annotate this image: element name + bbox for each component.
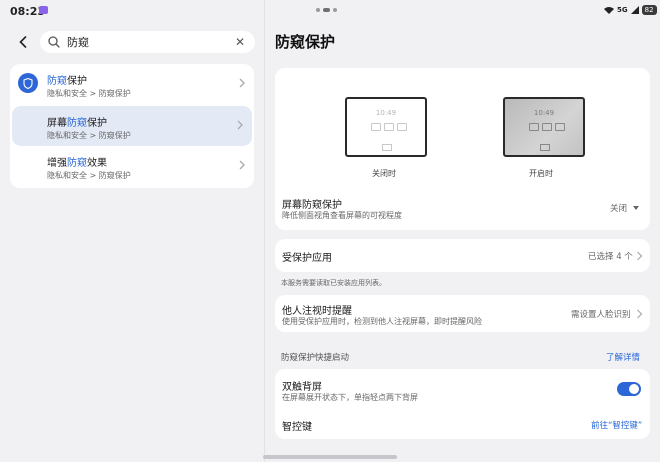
chevron-right-icon xyxy=(239,78,245,88)
double-tap-title: 双触背屏 xyxy=(282,382,322,393)
multitask-handle[interactable] xyxy=(316,8,337,12)
screen-off-preview: 10:49 xyxy=(345,97,427,157)
chevron-left-icon xyxy=(19,36,27,48)
on-label: 开启时 xyxy=(529,169,553,178)
off-label: 关闭时 xyxy=(372,169,396,178)
shield-icon xyxy=(18,73,38,93)
result-title: 增强防窥效果 xyxy=(47,158,107,169)
chevron-right-icon xyxy=(239,160,245,170)
smart-key-link[interactable]: 前往“智控键” xyxy=(591,419,642,431)
battery-icon: 82 xyxy=(641,5,657,15)
quick-start-label: 防窥保护快捷启动 xyxy=(281,353,350,363)
preview-clock: 10:49 xyxy=(375,109,397,117)
privacy-settings-card: 10:49 10:49 关闭时 开启时 屏幕防窥保护 降低侧面视角查看屏幕的可视… xyxy=(275,68,650,230)
clear-search-icon[interactable]: ✕ xyxy=(233,35,247,49)
chevron-right-icon xyxy=(237,120,243,130)
quick-start-card: 双触背屏 在屏幕展开状态下，单指轻点两下背屏 智控键 前往“智控键” xyxy=(275,369,650,439)
preview-clock: 10:49 xyxy=(533,109,555,117)
home-indicator[interactable] xyxy=(263,455,397,459)
dropdown-caret-icon xyxy=(633,206,639,210)
apps-list-note: 本服务需要读取已安装应用列表。 xyxy=(281,279,386,287)
notification-app-icon xyxy=(39,6,48,14)
chevron-right-icon xyxy=(637,309,643,319)
double-tap-subtitle: 在屏幕展开状态下，单指轻点两下背屏 xyxy=(282,393,418,402)
result-item[interactable]: 增强防窥效果 隐私和安全 > 防窥保护 xyxy=(10,146,254,186)
result-title: 屏幕防窥保护 xyxy=(47,118,107,129)
gaze-alert-row[interactable]: 他人注视时提醒 使用受保护应用时，检测到他人注视屏幕，即时提醒风险 需设置人脸识… xyxy=(275,295,650,332)
search-input[interactable]: 防窥 xyxy=(67,34,233,50)
screen-privacy-dropdown[interactable]: 关闭 xyxy=(610,202,627,214)
result-title: 防窥保护 xyxy=(47,76,87,87)
pane-divider xyxy=(264,0,265,462)
smart-key-title: 智控键 xyxy=(282,422,312,433)
gaze-alert-subtitle: 使用受保护应用时，检测到他人注视屏幕，即时提醒风险 xyxy=(282,317,482,326)
wifi-icon xyxy=(604,7,614,14)
signal-icon xyxy=(630,6,639,14)
gaze-alert-title: 他人注视时提醒 xyxy=(282,306,352,317)
page-title: 防窥保护 xyxy=(275,33,336,51)
chevron-right-icon xyxy=(637,251,643,261)
result-item-selected[interactable]: 屏幕防窥保护 隐私和安全 > 防窥保护 xyxy=(12,106,252,146)
result-item[interactable]: 防窥保护 隐私和安全 > 防窥保护 xyxy=(10,64,254,104)
status-icons: 5G 82 xyxy=(604,5,657,15)
signal-label: 5G xyxy=(617,6,628,14)
learn-more-link[interactable]: 了解详情 xyxy=(606,351,640,363)
gaze-alert-value: 需设置人脸识别 xyxy=(571,310,631,320)
screen-on-preview: 10:49 xyxy=(503,97,585,157)
back-button[interactable] xyxy=(12,31,34,53)
protected-apps-value: 已选择 4 个 xyxy=(588,252,633,262)
search-field[interactable]: 防窥 ✕ xyxy=(40,31,255,53)
result-path: 隐私和安全 > 防窥保护 xyxy=(47,131,131,140)
search-results: 防窥保护 隐私和安全 > 防窥保护 屏幕防窥保护 隐私和安全 > 防窥保护 增强… xyxy=(10,64,254,188)
protected-apps-row[interactable]: 受保护应用 已选择 4 个 xyxy=(275,239,650,272)
result-path: 隐私和安全 > 防窥保护 xyxy=(47,171,131,180)
double-tap-toggle[interactable] xyxy=(617,382,641,396)
screen-privacy-title: 屏幕防窥保护 xyxy=(282,200,342,211)
search-icon xyxy=(48,36,60,48)
protected-apps-title: 受保护应用 xyxy=(282,253,332,264)
screen-privacy-subtitle: 降低侧面视角查看屏幕的可视程度 xyxy=(282,211,402,220)
result-path: 隐私和安全 > 防窥保护 xyxy=(47,89,131,98)
